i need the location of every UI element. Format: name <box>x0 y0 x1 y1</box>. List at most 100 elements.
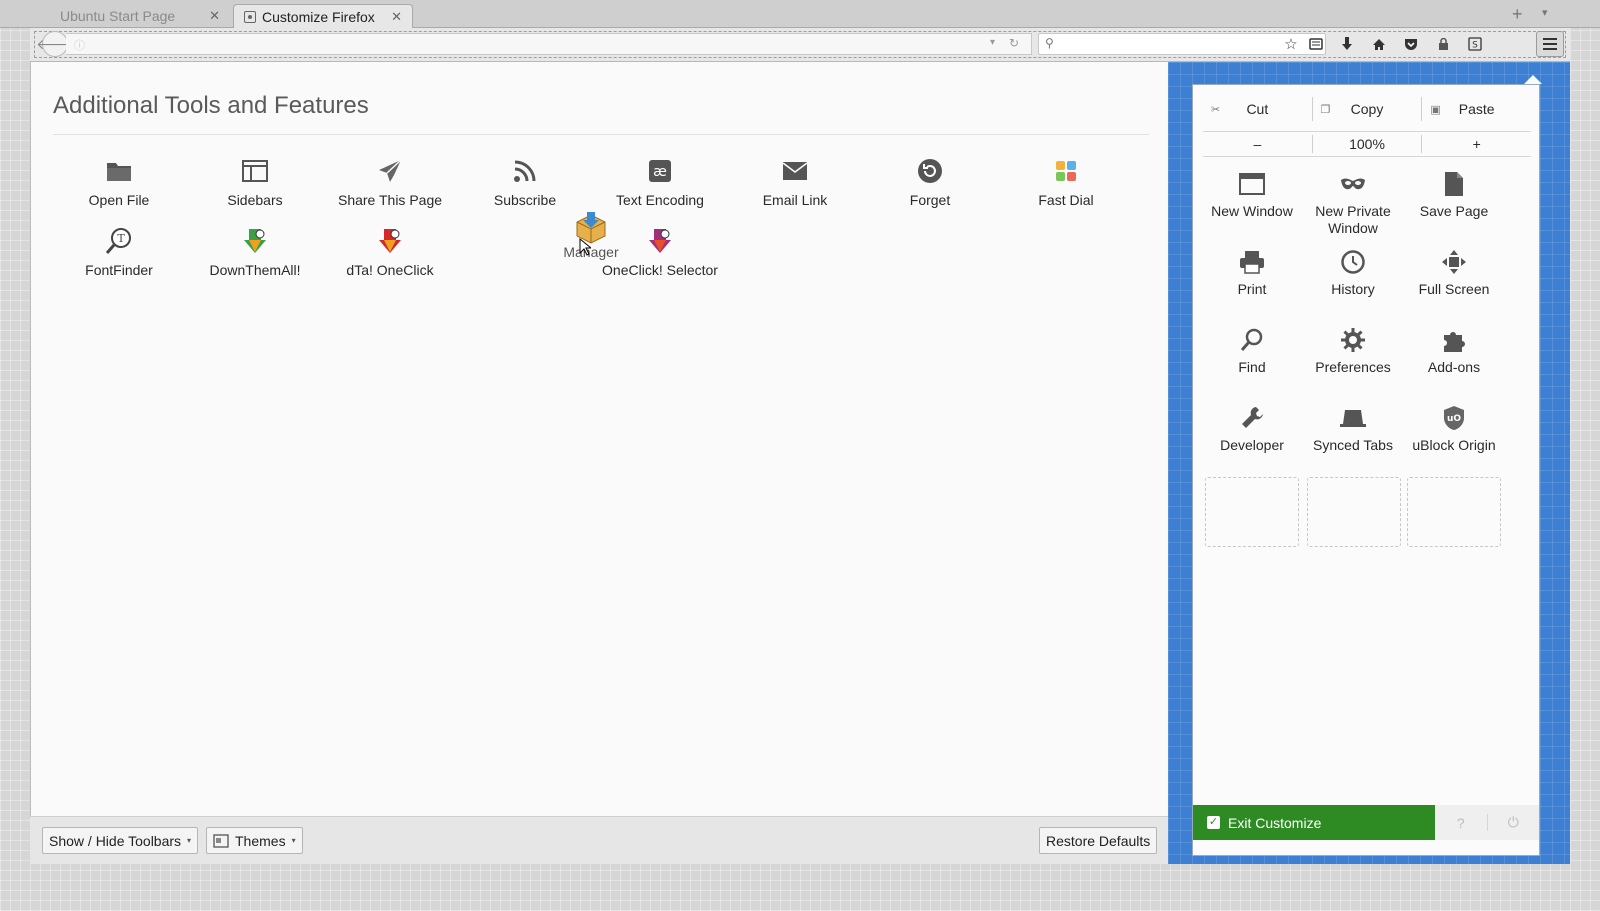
tab-customize-firefox[interactable]: Customize Firefox ✕ <box>233 4 413 28</box>
restore-defaults-button[interactable]: Restore Defaults <box>1039 827 1158 854</box>
panel-item-new-window[interactable]: New Window <box>1197 169 1307 220</box>
zoom-controls: – 100% + <box>1203 131 1531 157</box>
clock-icon <box>1298 247 1408 277</box>
panel-item-preferences[interactable]: Preferences <box>1298 325 1408 376</box>
puzzle-icon <box>1399 325 1509 355</box>
themes-icon <box>213 833 229 848</box>
svg-text:uO: uO <box>1447 414 1461 424</box>
find-magnifier-icon <box>1197 325 1307 355</box>
url-bar[interactable]: ⓘ ▾ ↻ <box>66 33 1032 55</box>
palette-item-text-encoding[interactable]: æ Text Encoding <box>590 156 730 208</box>
close-icon[interactable]: ✕ <box>391 9 402 25</box>
palette-item-share-this-page[interactable]: Share This Page <box>320 156 460 208</box>
exit-customize-button[interactable]: ✓ Exit Customize <box>1193 805 1435 840</box>
search-icon: ⚲ <box>1045 36 1054 50</box>
new-tab-plus-icon[interactable]: + <box>1512 4 1523 25</box>
show-hide-toolbars-button[interactable]: Show / Hide Toolbars ▾ <box>42 827 199 854</box>
downthemall-icon <box>185 226 325 256</box>
bookmark-star-icon[interactable]: ☆ <box>1280 34 1302 54</box>
forget-icon <box>860 156 1000 186</box>
palette-item-fontfinder[interactable]: T FontFinder <box>49 226 189 278</box>
cut-button[interactable]: ✂ Cut <box>1203 97 1312 121</box>
magnifier-font-icon: T <box>49 226 189 256</box>
customize-footer: Show / Hide Toolbars ▾ Themes ▾ Restore … <box>30 816 1168 864</box>
panel-item-save-page[interactable]: Save Page <box>1399 169 1509 220</box>
zoom-reset-button[interactable]: 100% <box>1311 135 1422 153</box>
zoom-out-button[interactable]: – <box>1203 135 1312 153</box>
panel-item-new-private-window[interactable]: New Private Window <box>1298 169 1408 237</box>
encoding-icon: æ <box>590 156 730 186</box>
hamburger-menu-button[interactable] <box>1536 31 1564 57</box>
panel-item-find[interactable]: Find <box>1197 325 1307 376</box>
close-icon[interactable]: ✕ <box>209 8 220 24</box>
bookmarks-list-icon[interactable] <box>1305 34 1327 54</box>
download-manager-icon <box>551 212 631 246</box>
themes-button[interactable]: Themes ▾ <box>206 827 303 854</box>
tab-ubuntu-start-page[interactable]: Ubuntu Start Page ✕ <box>50 4 230 28</box>
lock-extension-icon[interactable] <box>1432 34 1454 54</box>
info-icon: ⓘ <box>74 40 85 52</box>
menu-line <box>1543 43 1557 45</box>
envelope-icon <box>725 156 865 186</box>
reload-icon[interactable]: ↻ <box>1009 36 1019 50</box>
palette-item-sidebars[interactable]: Sidebars <box>185 156 325 208</box>
menu-line <box>1543 38 1557 40</box>
palette-item-forget[interactable]: Forget <box>860 156 1000 208</box>
home-icon[interactable] <box>1368 34 1390 54</box>
svg-text:S: S <box>1472 41 1478 51</box>
url-dropdown-icon[interactable]: ▾ <box>990 37 995 48</box>
tab-label: Customize Firefox <box>262 8 375 25</box>
palette-item-open-file[interactable]: Open File <box>49 156 189 208</box>
download-arrow-icon[interactable] <box>1336 34 1358 54</box>
empty-slot[interactable] <box>1407 477 1501 547</box>
panel-item-history[interactable]: History <box>1298 247 1408 298</box>
ublock-shield-icon: uO <box>1399 403 1509 433</box>
panel-footer-controls: ? ⏻ <box>1435 805 1539 840</box>
panel-item-add-ons[interactable]: Add-ons <box>1399 325 1509 376</box>
zoom-in-button[interactable]: + <box>1421 135 1531 153</box>
save-page-icon <box>1399 169 1509 199</box>
sync-extension-icon[interactable]: S <box>1464 34 1486 54</box>
wrench-icon <box>1197 403 1307 433</box>
help-icon[interactable]: ? <box>1435 815 1487 831</box>
dropdown-caret-icon: ▾ <box>187 836 192 845</box>
dragged-item-manager[interactable]: Manager <box>551 212 631 260</box>
synced-tabs-icon <box>1298 403 1408 433</box>
fullscreen-arrows-icon <box>1399 247 1509 277</box>
fast-dial-icon <box>996 156 1136 186</box>
palette-item-email-link[interactable]: Email Link <box>725 156 865 208</box>
printer-icon <box>1197 247 1307 277</box>
menu-panel: ✂ Cut ❐ Copy ▣ Paste – 100% + New Window… <box>1192 84 1540 856</box>
clipboard-icon: ▣ <box>1430 103 1441 116</box>
panel-item-full-screen[interactable]: Full Screen <box>1399 247 1509 298</box>
power-icon[interactable]: ⏻ <box>1486 814 1540 831</box>
empty-slot[interactable] <box>1307 477 1401 547</box>
panel-item-synced-tabs[interactable]: Synced Tabs <box>1298 403 1408 454</box>
empty-slot[interactable] <box>1205 477 1299 547</box>
pocket-icon[interactable] <box>1400 34 1422 54</box>
copy-button[interactable]: ❐ Copy <box>1311 97 1422 121</box>
navigation-toolbar: 🡐 ⓘ ▾ ↻ ⚲ ☆ S <box>30 28 1570 62</box>
palette-item-fast-dial[interactable]: Fast Dial <box>996 156 1136 208</box>
divider <box>53 134 1149 135</box>
customize-favicon-icon <box>244 10 256 23</box>
panel-item-ublock-origin[interactable]: uO uBlock Origin <box>1399 403 1509 454</box>
palette-item-subscribe[interactable]: Subscribe <box>455 156 595 208</box>
chevron-down-icon[interactable]: ▾ <box>1542 6 1548 19</box>
palette-item-dta-oneclick[interactable]: dTa! OneClick <box>320 226 460 278</box>
palette-item-downthemall[interactable]: DownThemAll! <box>185 226 325 278</box>
folder-icon <box>49 156 189 186</box>
tab-label: Ubuntu Start Page <box>60 8 176 24</box>
scissors-icon: ✂ <box>1211 103 1221 116</box>
back-arrow-icon[interactable]: 🡐 <box>36 31 74 57</box>
panel-item-print[interactable]: Print <box>1197 247 1307 298</box>
panel-item-developer[interactable]: Developer <box>1197 403 1307 454</box>
paste-button[interactable]: ▣ Paste <box>1421 97 1531 121</box>
gear-icon <box>1298 325 1408 355</box>
share-plane-icon <box>320 156 460 186</box>
mouse-cursor-icon <box>579 238 591 256</box>
sidebar-icon <box>185 156 325 186</box>
checkmark-icon: ✓ <box>1207 816 1220 829</box>
dropdown-caret-icon: ▾ <box>291 836 296 845</box>
page-title: Additional Tools and Features <box>53 92 369 119</box>
